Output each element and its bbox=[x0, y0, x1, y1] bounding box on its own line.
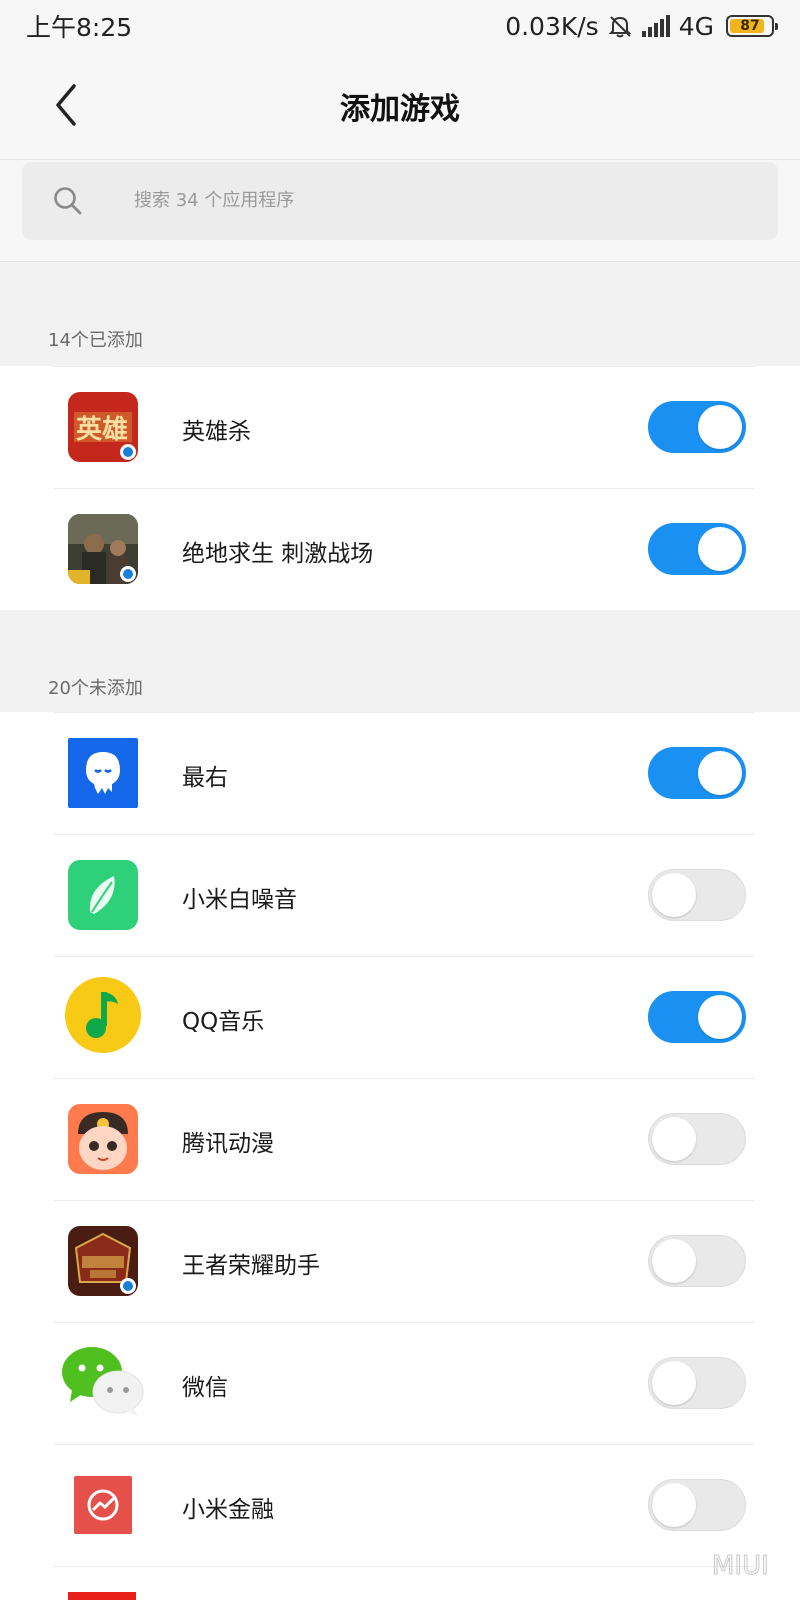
section-label-added: 14个已添加 bbox=[48, 330, 143, 351]
divider bbox=[54, 1322, 754, 1323]
wangzhe-helper-app-icon bbox=[68, 1226, 138, 1296]
list-item[interactable]: 微信 bbox=[0, 1322, 800, 1444]
divider bbox=[54, 488, 754, 489]
yingxiongsha-app-icon: 英雄 bbox=[68, 392, 138, 462]
search-icon bbox=[54, 187, 82, 215]
tencent-comic-app-icon bbox=[68, 1104, 138, 1174]
app-name: 小米白噪音 bbox=[182, 887, 297, 913]
toggle-knob bbox=[698, 995, 742, 1039]
section-header-not-added: 20个未添加 bbox=[0, 610, 800, 712]
game-toggle[interactable] bbox=[648, 1113, 746, 1165]
not-added-list: 最右 小米白噪音 QQ音乐 腾讯动漫 王者荣耀助手 微信 小米金融 bbox=[0, 712, 800, 1600]
miui-watermark-logo: MIUI bbox=[712, 1551, 770, 1582]
list-item[interactable]: 小米白噪音 bbox=[0, 834, 800, 956]
toggle-knob bbox=[652, 1483, 696, 1527]
list-item[interactable]: 最右 bbox=[0, 712, 800, 834]
battery-level: 87 bbox=[740, 18, 760, 34]
game-toggle[interactable] bbox=[648, 401, 746, 453]
divider bbox=[54, 956, 754, 957]
divider bbox=[54, 1200, 754, 1201]
toggle-knob bbox=[652, 1361, 696, 1405]
search-input[interactable]: 搜索 34 个应用程序 bbox=[134, 186, 294, 212]
divider bbox=[54, 1078, 754, 1079]
list-item-partial[interactable] bbox=[0, 1566, 800, 1600]
app-name: QQ音乐 bbox=[182, 1009, 265, 1035]
divider bbox=[54, 1444, 754, 1445]
divider bbox=[54, 834, 754, 835]
list-item[interactable]: 腾讯动漫 bbox=[0, 1078, 800, 1200]
app-name: 最右 bbox=[182, 765, 228, 791]
toggle-knob bbox=[698, 751, 742, 795]
game-toggle[interactable] bbox=[648, 869, 746, 921]
battery-cap bbox=[775, 23, 778, 30]
list-item[interactable]: 绝地求生 刺激战场 bbox=[0, 488, 800, 610]
partial-app-icon bbox=[68, 1592, 136, 1600]
section-label-not-added: 20个未添加 bbox=[48, 678, 143, 699]
wechat-app-icon bbox=[60, 1344, 146, 1420]
toggle-knob bbox=[698, 405, 742, 449]
toggle-knob bbox=[698, 527, 742, 571]
game-toggle[interactable] bbox=[648, 1357, 746, 1409]
svg-text:英雄: 英雄 bbox=[76, 415, 128, 445]
status-bar: 上午8:25 0.03K/s 4G 87 bbox=[0, 0, 800, 52]
app-header: 添加游戏 bbox=[0, 52, 800, 160]
toggle-knob bbox=[652, 873, 696, 917]
svg-text:MIUI: MIUI bbox=[712, 1551, 769, 1581]
game-toggle[interactable] bbox=[648, 1479, 746, 1531]
qq-music-app-icon bbox=[64, 976, 142, 1054]
search-box[interactable]: 搜索 34 个应用程序 bbox=[22, 162, 778, 240]
white-noise-app-icon bbox=[68, 860, 138, 930]
app-name: 绝地求生 刺激战场 bbox=[182, 541, 374, 567]
pubg-app-icon bbox=[68, 514, 138, 584]
game-toggle[interactable] bbox=[648, 1235, 746, 1287]
network-type: 4G bbox=[678, 11, 714, 41]
page-title: 添加游戏 bbox=[340, 92, 460, 127]
app-name: 王者荣耀助手 bbox=[182, 1253, 320, 1279]
game-toggle[interactable] bbox=[648, 991, 746, 1043]
added-list: 英雄 英雄杀 绝地求生 刺激战场 bbox=[0, 366, 800, 610]
list-item[interactable]: 王者荣耀助手 bbox=[0, 1200, 800, 1322]
divider bbox=[54, 1566, 754, 1567]
divider bbox=[54, 366, 754, 367]
section-header-added: 14个已添加 bbox=[0, 262, 800, 366]
list-item[interactable]: QQ音乐 bbox=[0, 956, 800, 1078]
status-time: 上午8:25 bbox=[26, 13, 133, 42]
bell-muted-icon bbox=[608, 16, 632, 38]
search-area: 搜索 34 个应用程序 bbox=[0, 160, 800, 262]
app-name: 腾讯动漫 bbox=[182, 1131, 274, 1157]
battery-icon: 87 bbox=[726, 15, 778, 37]
signal-icon bbox=[641, 15, 670, 37]
status-indicators: 0.03K/s 4G 87 bbox=[505, 11, 778, 41]
game-toggle[interactable] bbox=[648, 747, 746, 799]
list-item[interactable]: 英雄 英雄杀 bbox=[0, 366, 800, 488]
game-toggle[interactable] bbox=[648, 523, 746, 575]
app-name: 英雄杀 bbox=[182, 419, 251, 445]
net-speed: 0.03K/s bbox=[505, 11, 599, 41]
app-name: 微信 bbox=[182, 1375, 228, 1401]
toggle-knob bbox=[652, 1117, 696, 1161]
screen: 上午8:25 0.03K/s 4G 87 添加游戏 搜索 34 个应用程序 14… bbox=[0, 0, 800, 1600]
divider bbox=[54, 712, 754, 713]
app-name: 小米金融 bbox=[182, 1497, 274, 1523]
toggle-knob bbox=[652, 1239, 696, 1283]
zuiyou-app-icon bbox=[68, 738, 138, 808]
mi-finance-app-icon bbox=[74, 1476, 132, 1534]
list-item[interactable]: 小米金融 bbox=[0, 1444, 800, 1566]
